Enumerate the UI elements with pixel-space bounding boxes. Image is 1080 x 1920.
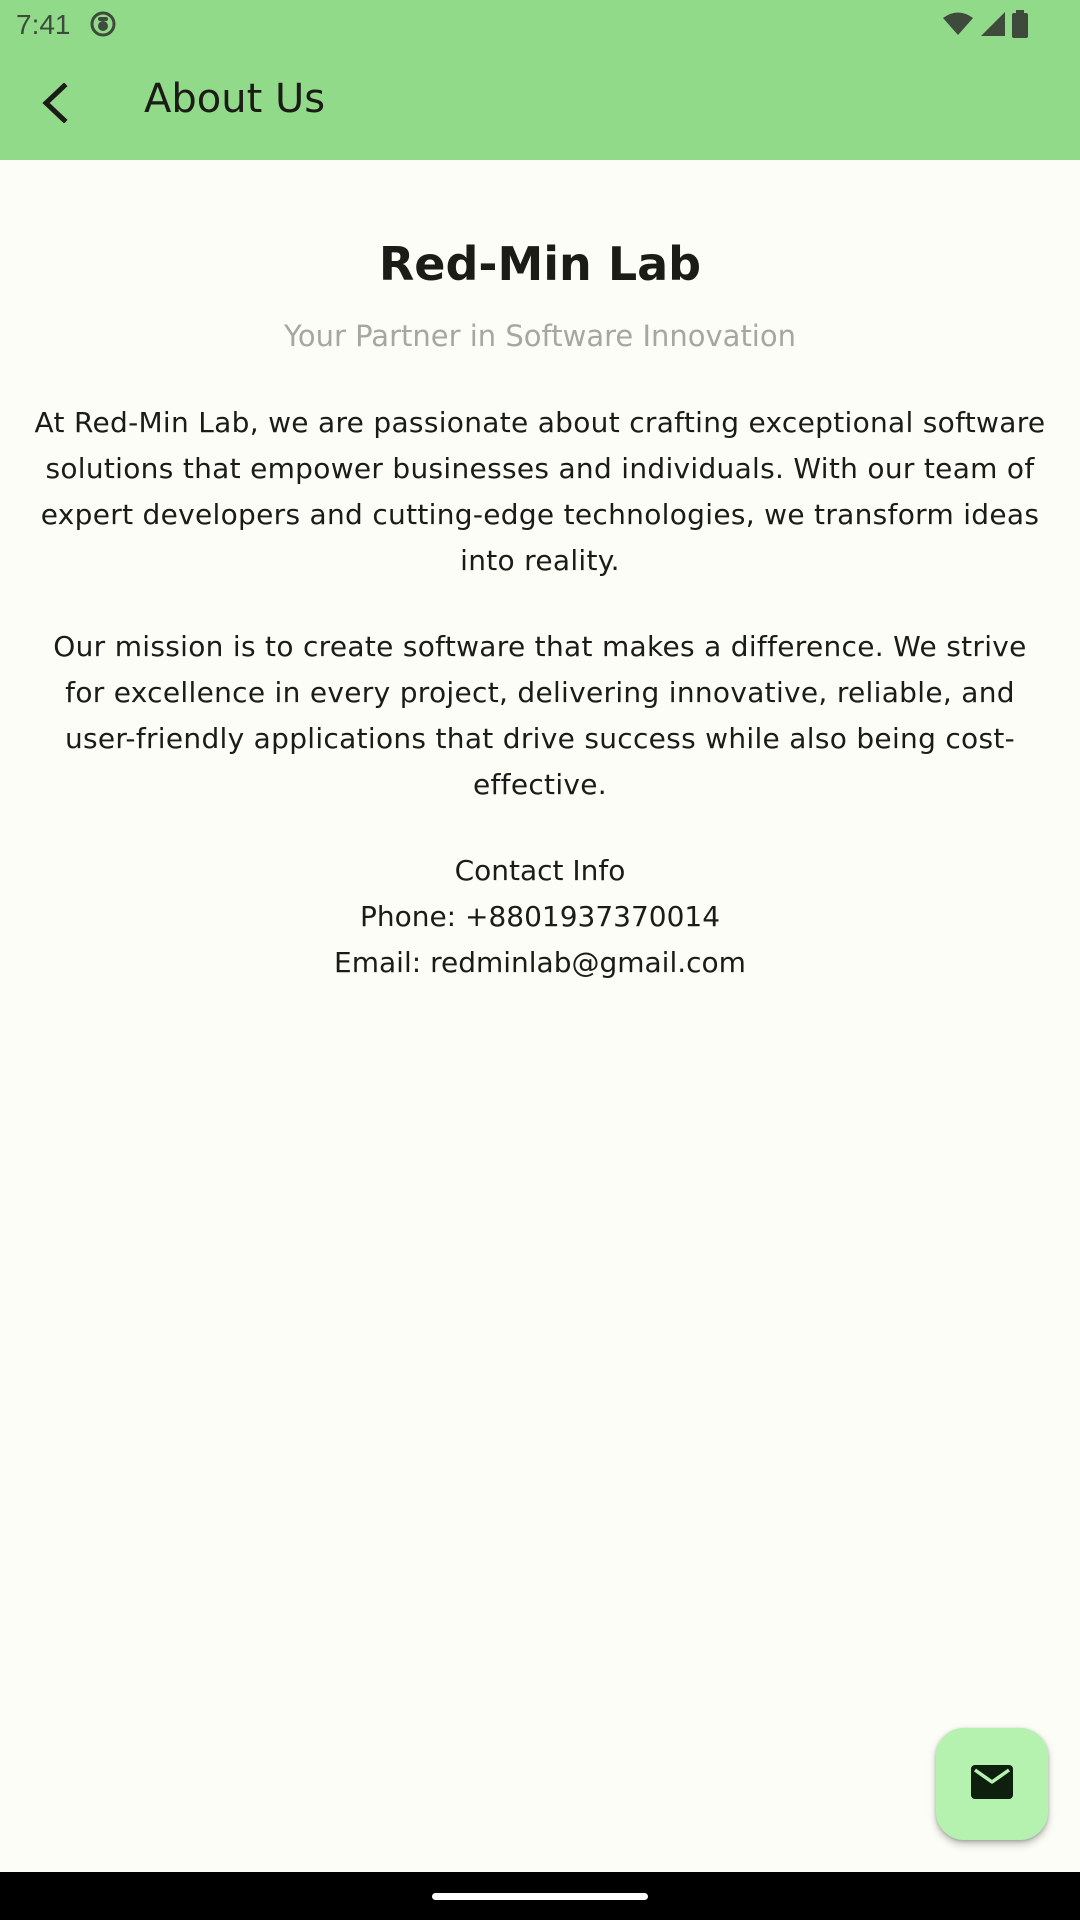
cell-signal-icon — [980, 11, 1006, 41]
notification-app-icon — [90, 11, 116, 41]
contact-info: Contact Info Phone: +8801937370014 Email… — [34, 848, 1046, 986]
battery-icon — [1012, 10, 1028, 42]
system-navigation-bar — [0, 1872, 1080, 1920]
status-time: 7:41 — [16, 9, 71, 40]
company-name: Red-Min Lab — [378, 237, 702, 291]
about-content: Red-Min Lab Your Partner in Software Inn… — [34, 160, 1046, 986]
tagline: Your Partner in Software Innovation — [284, 319, 796, 353]
wifi-icon — [942, 11, 974, 41]
home-gesture-handle[interactable] — [432, 1893, 648, 1900]
contact-heading: Contact Info — [454, 854, 626, 887]
page-title: About Us — [144, 76, 326, 122]
back-button[interactable] — [22, 72, 88, 138]
email-fab-button[interactable] — [936, 1728, 1048, 1840]
status-icons — [942, 10, 1028, 42]
arrow-back-icon — [38, 82, 72, 127]
about-paragraph-intro: At Red-Min Lab, we are passionate about … — [34, 406, 1046, 577]
mail-icon — [971, 1765, 1013, 1803]
app-bar: About Us — [0, 50, 1080, 160]
contact-phone: Phone: +8801937370014 — [359, 900, 721, 933]
about-paragraph-mission: Our mission is to create software that m… — [53, 630, 1027, 801]
contact-email: Email: redminlab@gmail.com — [334, 946, 746, 979]
status-bar: 7:41 — [0, 0, 1080, 50]
